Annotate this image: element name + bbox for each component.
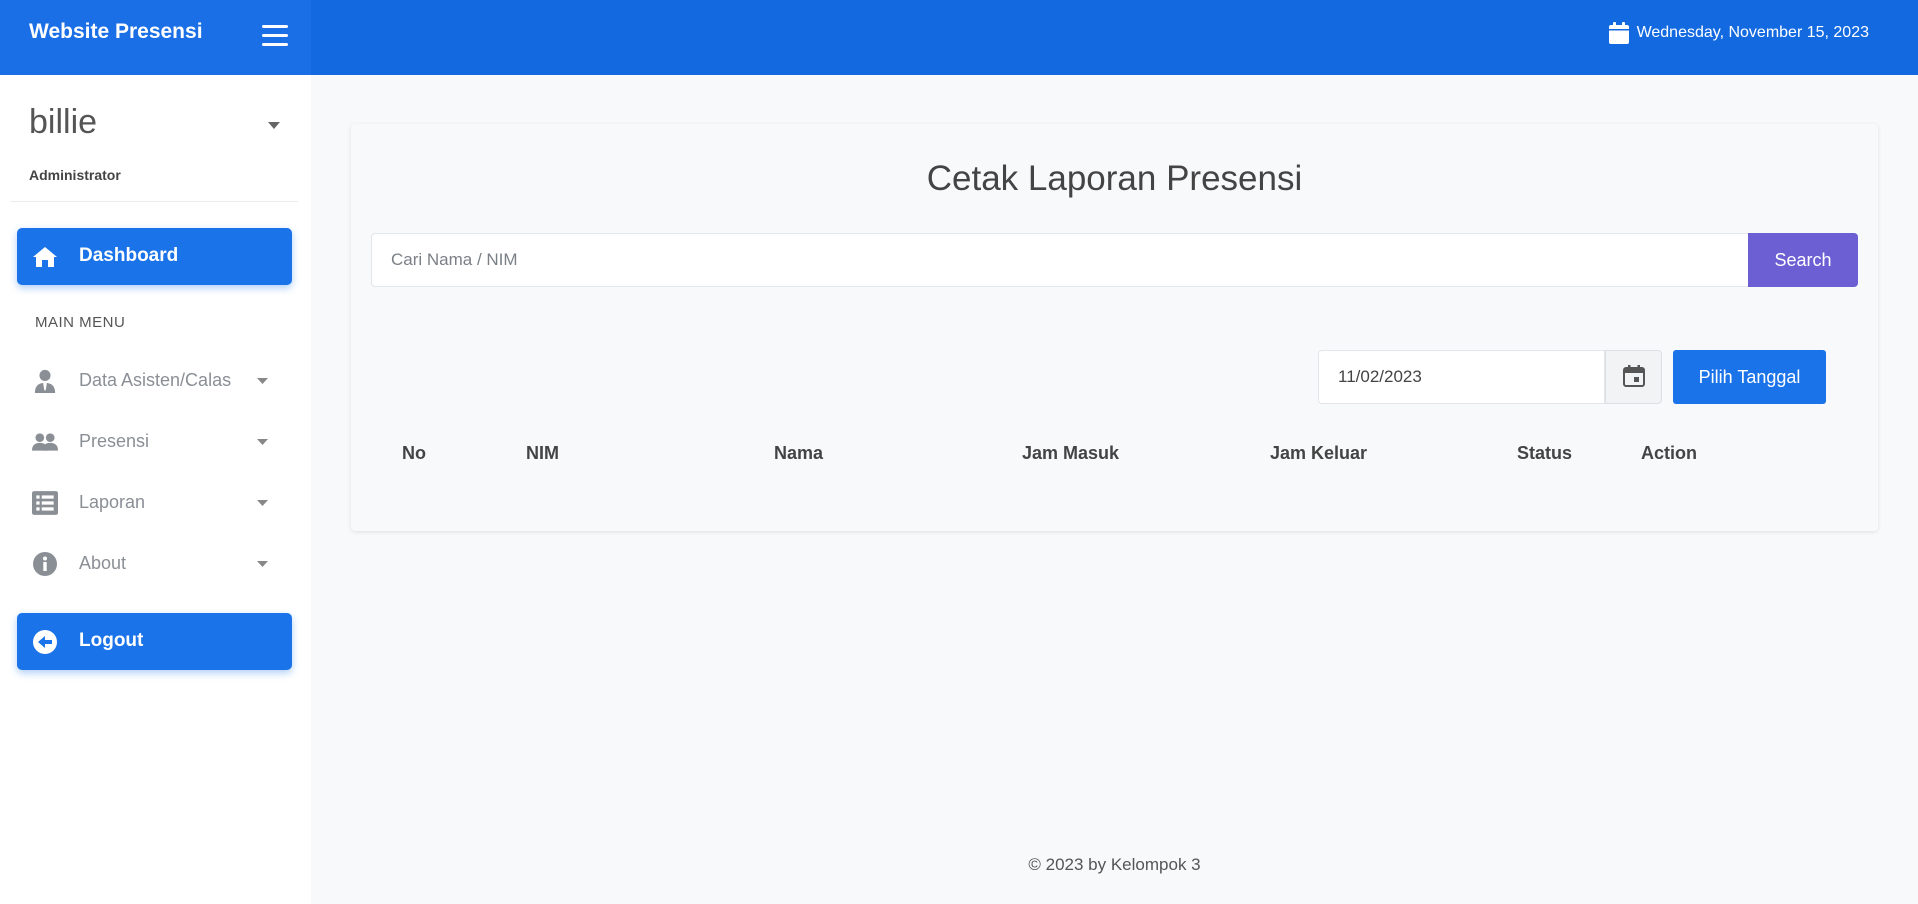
menu-toggle-icon[interactable] (262, 24, 288, 46)
top-navbar: Website Presensi Wednesday, November 15,… (0, 0, 1918, 75)
dashboard-label: Dashboard (79, 245, 179, 266)
date-picker-button[interactable] (1605, 350, 1662, 404)
user-tie-icon (34, 369, 56, 393)
sidebar-item-label: Data Asisten/Calas (79, 370, 232, 390)
arrow-circle-left-icon (33, 630, 57, 654)
column-header-nama: Nama (774, 443, 824, 463)
calendar-icon (1623, 365, 1645, 387)
chevron-down-icon (257, 561, 268, 567)
user-dropdown-icon[interactable] (268, 122, 280, 129)
brand-title[interactable]: Website Presensi (29, 20, 203, 44)
column-header-jam-keluar: Jam Keluar (1270, 443, 1368, 463)
chevron-down-icon (257, 378, 268, 384)
search-input[interactable] (371, 233, 1748, 287)
sidebar-divider (10, 201, 298, 202)
sidebar-item-presensi[interactable]: Presensi (17, 417, 292, 467)
page-title: Cetak Laporan Presensi (926, 159, 1303, 198)
logout-label: Logout (79, 630, 144, 651)
info-icon (33, 552, 57, 576)
footer-text: © 2023 by Kelompok 3 (1028, 855, 1201, 874)
home-icon (33, 247, 57, 267)
sidebar-item-label: About (79, 553, 127, 573)
chevron-down-icon (257, 500, 268, 506)
chevron-down-icon (257, 439, 268, 445)
sidebar-item-about[interactable]: About (17, 539, 292, 589)
search-button[interactable]: Search (1748, 233, 1858, 287)
calendar-icon (1608, 22, 1629, 44)
user-name[interactable]: billie (29, 103, 97, 142)
brand-area: Website Presensi (0, 0, 311, 75)
date-text: Wednesday, November 15, 2023 (1636, 24, 1869, 41)
sidebar-item-data-asisten[interactable]: Data Asisten/Calas (17, 356, 292, 406)
sidebar-item-dashboard[interactable]: Dashboard (17, 228, 292, 285)
user-role: Administrator (29, 167, 121, 183)
column-header-action: Action (1641, 443, 1697, 463)
current-date: Wednesday, November 15, 2023 (1608, 22, 1869, 44)
sidebar: billie Administrator Dashboard MAIN MENU… (0, 75, 311, 904)
sidebar-item-laporan[interactable]: Laporan (17, 478, 292, 528)
report-card: Cetak Laporan Presensi Search Pilih Tang… (351, 124, 1878, 531)
main-menu-header: MAIN MENU (35, 314, 126, 331)
logout-button[interactable]: Logout (17, 613, 292, 670)
column-header-status: Status (1517, 443, 1573, 463)
list-icon (32, 491, 58, 515)
column-header-jam-masuk: Jam Masuk (1022, 443, 1120, 463)
column-header-no: No (402, 443, 426, 463)
column-header-nim: NIM (526, 443, 559, 463)
users-icon (32, 433, 58, 451)
date-field[interactable] (1318, 350, 1605, 404)
pilih-tanggal-button[interactable]: Pilih Tanggal (1673, 350, 1826, 404)
sidebar-item-label: Laporan (79, 492, 146, 512)
sidebar-item-label: Presensi (79, 431, 150, 451)
